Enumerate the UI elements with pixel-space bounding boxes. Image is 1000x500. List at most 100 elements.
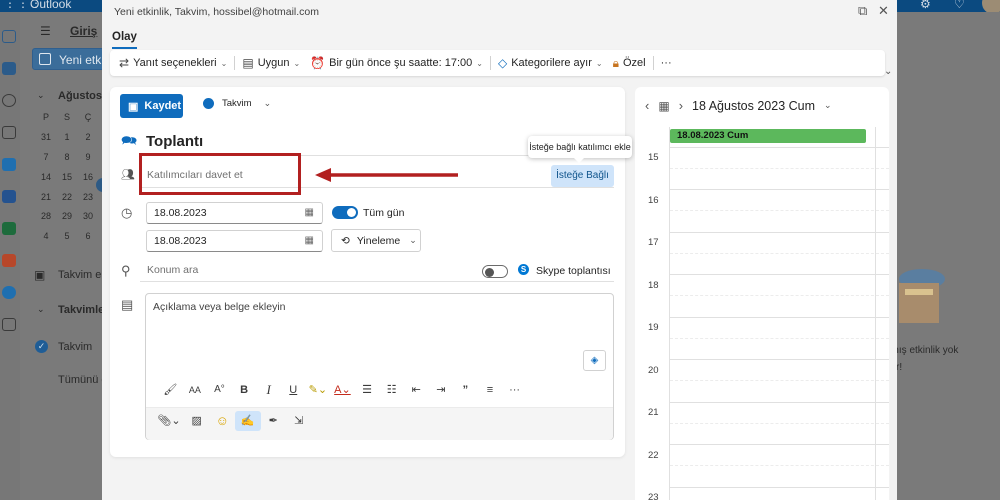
- font-color-icon[interactable]: A⌄: [330, 380, 355, 400]
- repeat-button[interactable]: ⟲ Yineleme ⌄: [331, 229, 421, 252]
- mail-icon[interactable]: [2, 30, 16, 43]
- day-cell[interactable]: 23: [81, 192, 95, 202]
- grid-line: [670, 402, 889, 403]
- day-cell[interactable]: 16: [81, 172, 95, 182]
- add-calendar-link[interactable]: Takvim ek: [58, 269, 107, 281]
- checkmark-icon[interactable]: ✓: [35, 340, 48, 353]
- calendar-picker-icon[interactable]: ▦: [305, 207, 314, 218]
- day-cell[interactable]: 22: [60, 192, 74, 202]
- day-cell[interactable]: 15: [60, 172, 74, 182]
- pop-out-icon[interactable]: ⧉: [858, 3, 867, 19]
- tab-home[interactable]: Giriş: [70, 24, 97, 38]
- excel-icon[interactable]: [2, 222, 16, 235]
- bullets-icon[interactable]: ☰: [355, 380, 380, 400]
- close-icon[interactable]: ✕: [878, 3, 889, 19]
- grid-line: [670, 465, 889, 466]
- day-cell[interactable]: 31: [39, 132, 53, 142]
- day-cell[interactable]: 14: [39, 172, 53, 182]
- day-grid[interactable]: 15 16 17 18 19 20 21 22 23: [635, 127, 889, 500]
- image-icon[interactable]: ▨: [184, 411, 210, 431]
- next-day-icon[interactable]: ›: [679, 98, 683, 113]
- tag-icon: ◇: [497, 56, 508, 70]
- attach-rail-icon[interactable]: [2, 126, 16, 139]
- categorize-button[interactable]: ◇ Kategorilere ayır ⌄: [493, 52, 608, 74]
- more-apps-icon[interactable]: [2, 318, 16, 331]
- word-icon[interactable]: [2, 190, 16, 203]
- all-day-event[interactable]: 18.08.2023 Cum: [670, 129, 866, 143]
- day-cell[interactable]: 29: [60, 211, 74, 221]
- day-cell[interactable]: 9: [81, 152, 95, 162]
- save-button[interactable]: ▣ Kaydet: [120, 94, 183, 118]
- description-editor[interactable]: Açıklama veya belge ekleyin ◈ 🖌︎ AA A° B…: [145, 293, 614, 440]
- day-cell[interactable]: 21: [39, 192, 53, 202]
- day-cell[interactable]: 7: [39, 152, 53, 162]
- skype-toggle[interactable]: [482, 265, 508, 278]
- attach-icon[interactable]: 📎︎⌄: [154, 411, 184, 431]
- emoji-icon[interactable]: ☺: [210, 411, 236, 431]
- hour-label: 19: [648, 322, 659, 333]
- day-cell[interactable]: 2: [81, 132, 95, 142]
- loop-component-icon[interactable]: ◈: [583, 350, 606, 371]
- app-rail: [0, 12, 20, 500]
- people-icon[interactable]: [2, 94, 16, 107]
- highlight-annotation-box: [139, 153, 301, 195]
- tab-event[interactable]: Olay: [112, 31, 137, 49]
- chevron-down-icon[interactable]: ⌄: [37, 304, 45, 315]
- chat-icon: 🗪︎: [121, 133, 138, 148]
- day-cell[interactable]: 8: [60, 152, 74, 162]
- calendar-item[interactable]: Takvim: [58, 341, 92, 353]
- draw-icon[interactable]: ✍: [235, 411, 261, 431]
- show-as-button[interactable]: ▤ Uygun ⌄: [237, 52, 305, 74]
- current-date-label[interactable]: 18 Ağustos 2023 Cum: [692, 99, 815, 113]
- superscript-icon[interactable]: A°: [207, 380, 232, 400]
- signature-icon[interactable]: ✒: [261, 411, 287, 431]
- calendar-selector[interactable]: Takvim ⌄: [203, 98, 271, 109]
- day-cell[interactable]: 5: [60, 231, 74, 241]
- decrease-indent-icon[interactable]: ⇤: [404, 380, 429, 400]
- all-day-toggle[interactable]: [332, 206, 358, 219]
- powerpoint-icon[interactable]: [2, 254, 16, 267]
- chevron-down-icon[interactable]: ⌄: [37, 90, 45, 101]
- numbering-icon[interactable]: ☷: [379, 380, 404, 400]
- increase-indent-icon[interactable]: ⇥: [429, 380, 454, 400]
- day-cell[interactable]: 30: [81, 211, 95, 221]
- quote-icon[interactable]: ”: [453, 380, 478, 400]
- optional-attendees-button[interactable]: İsteğe Bağlı: [551, 165, 614, 187]
- more-options-button[interactable]: ···: [656, 52, 677, 74]
- font-size-icon[interactable]: AA: [183, 380, 208, 400]
- show-all-link[interactable]: Tümünü g: [58, 374, 108, 386]
- calendar-picker-icon[interactable]: ▦: [305, 235, 314, 246]
- ribbon-expand-icon[interactable]: ⌄: [884, 66, 892, 77]
- go-to-today-icon[interactable]: ▦: [658, 99, 669, 113]
- calendar-icon[interactable]: [2, 62, 16, 75]
- day-cell[interactable]: 28: [39, 211, 53, 221]
- italic-icon[interactable]: I: [256, 380, 281, 400]
- day-cell[interactable]: 6: [81, 231, 95, 241]
- underline-icon[interactable]: U: [281, 380, 306, 400]
- more-icon[interactable]: ···: [502, 380, 527, 400]
- highlight-icon[interactable]: ✎⌄: [306, 380, 331, 400]
- settings-icon[interactable]: ⚙: [920, 0, 931, 11]
- bold-icon[interactable]: B: [232, 380, 257, 400]
- divider: [234, 56, 236, 70]
- format-painter-icon[interactable]: 🖌︎: [158, 380, 183, 400]
- tips-icon[interactable]: ♡: [954, 0, 965, 11]
- format-toolbar: 🖌︎ AA A° B I U ✎⌄ A⌄ ☰ ☷ ⇤ ⇥ ” ≡ ···: [158, 380, 527, 400]
- end-date-input[interactable]: 18.08.2023 ▦: [146, 230, 323, 252]
- todo-icon[interactable]: [2, 158, 16, 171]
- reminder-button[interactable]: ⏰ Bir gün önce şu saatte: 17:00 ⌄: [305, 52, 488, 74]
- day-cell[interactable]: 4: [39, 231, 53, 241]
- onedrive-icon[interactable]: [2, 286, 16, 299]
- skype-label: Skype toplantısı: [536, 265, 611, 277]
- start-date-input[interactable]: 18.08.2023 ▦: [146, 202, 323, 224]
- weekday-label: Ç: [84, 112, 92, 122]
- chevron-down-icon[interactable]: ⌄: [824, 100, 832, 111]
- align-icon[interactable]: ≡: [478, 380, 503, 400]
- private-button[interactable]: 🔒︎ Özel: [608, 52, 651, 74]
- menu-icon[interactable]: ☰: [40, 24, 51, 38]
- response-options-button[interactable]: ⇄ Yanıt seçenekleri ⌄: [114, 52, 232, 74]
- day-cell[interactable]: 1: [60, 132, 74, 142]
- grid-line: [670, 380, 889, 381]
- previous-day-icon[interactable]: ‹: [645, 98, 649, 113]
- loop-icon[interactable]: ⇲: [286, 411, 312, 431]
